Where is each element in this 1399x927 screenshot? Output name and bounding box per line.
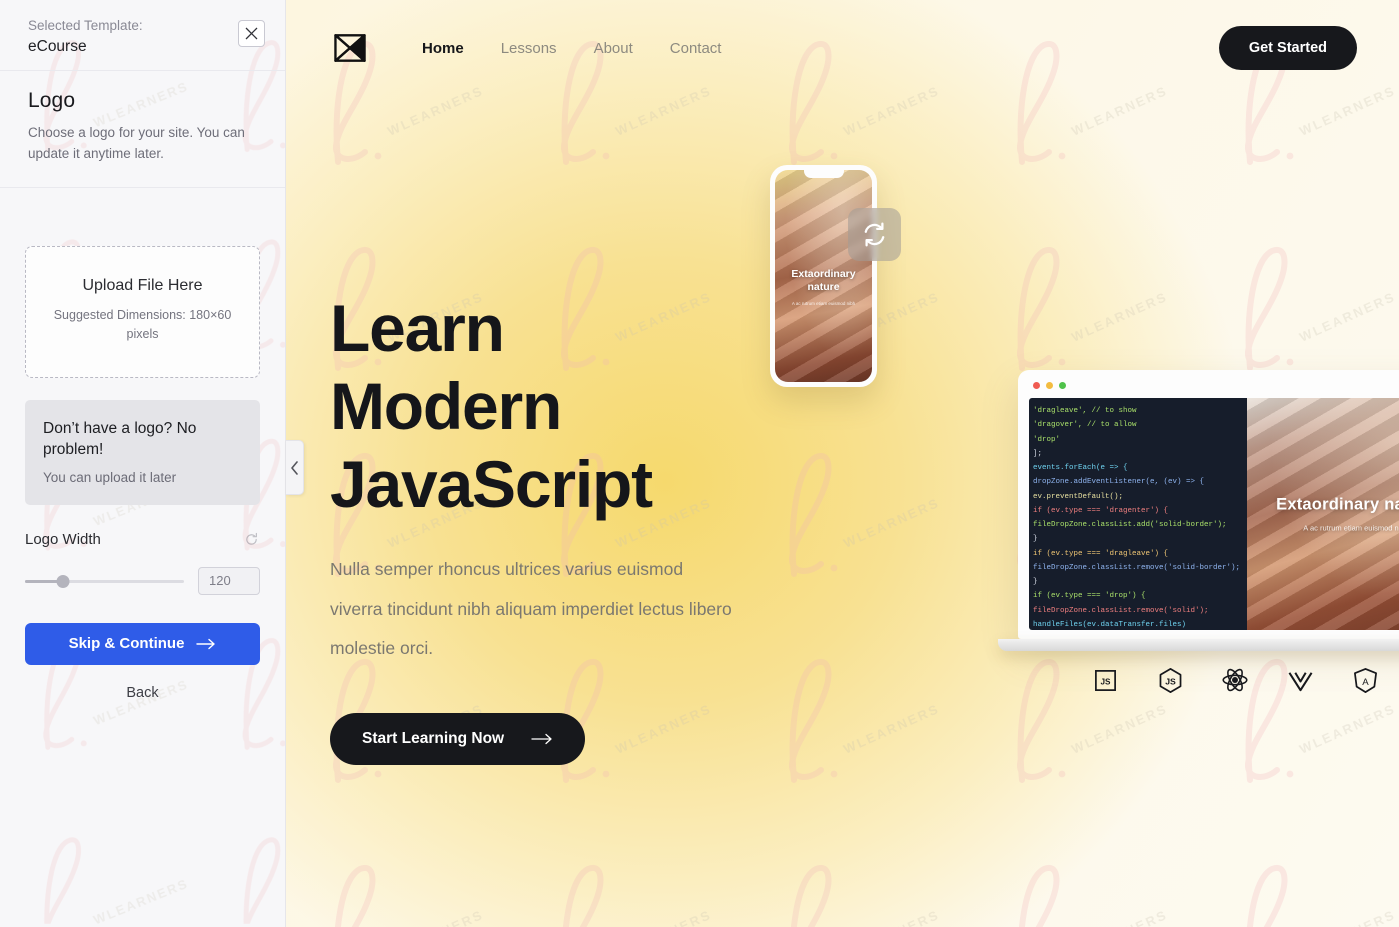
code-line: if (ev.type === 'drop') {	[1033, 592, 1146, 601]
sync-refresh-icon	[864, 222, 885, 247]
nav-links: Home Lessons About Contact	[422, 40, 758, 57]
slider-thumb[interactable]	[56, 574, 70, 588]
code-line: ev.preventDefault();	[1033, 492, 1124, 501]
skip-button-label: Skip & Continue	[68, 635, 185, 653]
code-line: fileDropZone.classList.remove('solid-bor…	[1033, 563, 1241, 572]
phone-notch	[803, 170, 844, 178]
laptop-screen: 'dragleave', // to show 'dragover', // t…	[1029, 398, 1399, 630]
logo-width-control-row: 120	[25, 566, 260, 595]
selected-template-label: Selected Template:	[28, 18, 143, 33]
code-lines: 'dragleave', // to show 'dragover', // t…	[1033, 404, 1247, 630]
left-config-sidebar: WLEARNERS Selected Template: eCourse Log…	[0, 0, 286, 927]
caption-title: Extaordinary nature	[1276, 495, 1399, 514]
selected-template-header: Selected Template: eCourse	[0, 0, 285, 72]
angular-icon: A	[1350, 665, 1380, 695]
arrow-right-icon	[531, 734, 552, 745]
code-line: }	[1033, 578, 1038, 586]
chevron-left-icon	[291, 460, 298, 475]
reset-icon[interactable]	[242, 531, 260, 549]
code-line: }	[1033, 535, 1038, 544]
site-navbar: Home Lessons About Contact Get Started	[286, 0, 1399, 70]
note-subtitle: You can upload it later	[43, 469, 177, 485]
no-logo-note: Don’t have a logo? No problem! You can u…	[25, 399, 260, 505]
skip-and-continue-button[interactable]: Skip & Continue	[25, 622, 260, 665]
javascript-icon: JS	[1090, 665, 1120, 695]
section-description: Choose a logo for your site. You can upd…	[28, 125, 245, 162]
code-line: fileDropZone.classList.remove('solid');	[1033, 606, 1209, 615]
window-traffic-lights	[1029, 382, 1399, 398]
section-title: Logo	[28, 89, 76, 113]
nav-link-lessons[interactable]: Lessons	[501, 40, 594, 57]
phone-screen: Extaordinary nature A ac rutrum etiam eu…	[775, 170, 872, 382]
back-link[interactable]: Back	[25, 685, 260, 701]
code-line: 'dragover', // to allow	[1033, 421, 1137, 430]
nodejs-icon: JS	[1155, 665, 1185, 695]
start-learning-now-button[interactable]: Start Learning Now	[330, 713, 586, 766]
code-line: handleFiles(ev.dataTransfer.files)	[1033, 620, 1187, 629]
laptop-base	[998, 639, 1399, 651]
caption-subtitle: A ac rutrum etiam euismod nibh	[1303, 523, 1399, 533]
svg-text:JS: JS	[1100, 677, 1111, 686]
phone-mockup: Extaordinary nature A ac rutrum etiam eu…	[770, 165, 877, 387]
hero-title-line-2: Modern	[330, 368, 562, 443]
close-icon	[245, 27, 258, 40]
hero-title: Learn Modern JavaScript	[330, 290, 760, 524]
code-line: if (ev.type === 'dragenter') {	[1033, 506, 1169, 515]
dropzone-subtitle: Suggested Dimensions: 180×60 pixels	[53, 308, 232, 342]
close-button[interactable]	[238, 20, 265, 47]
dropzone-title: Upload File Here	[82, 277, 203, 295]
responsive-sync-badge[interactable]	[848, 208, 901, 261]
window-dot-red	[1033, 382, 1040, 389]
hero-subtitle: Nulla semper rhoncus ultrices varius eui…	[330, 558, 732, 659]
code-line: ];	[1033, 449, 1043, 458]
caption-subtitle: A ac rutrum etiam euismod nibh	[791, 300, 856, 306]
vue-icon	[1285, 665, 1315, 695]
code-line: fileDropZone.classList.add('solid-border…	[1033, 521, 1227, 529]
hero-text-column: Learn Modern JavaScript Nulla semper rho…	[330, 64, 760, 766]
window-dot-yellow	[1046, 382, 1053, 389]
tech-stack-icons: JS JS A	[1090, 665, 1380, 695]
cta-label: Start Learning Now	[362, 730, 505, 748]
code-line: events.forEach(e => {	[1033, 464, 1128, 472]
note-title: Don’t have a logo? No problem!	[43, 419, 197, 459]
logo-section-header: Logo Choose a logo for your site. You ca…	[0, 71, 285, 189]
window-dot-green	[1059, 382, 1066, 389]
hero-section: Learn Modern JavaScript Nulla semper rho…	[286, 64, 1399, 925]
phone-photo-caption: Extaordinary nature A ac rutrum etiam eu…	[781, 267, 866, 305]
logo-width-input[interactable]: 120	[198, 566, 260, 595]
logo-width-field-row: Logo Width	[25, 531, 260, 549]
selected-template-name: eCourse	[28, 38, 87, 56]
code-line: dropZone.addEventListener(e, (ev) => {	[1033, 478, 1205, 487]
react-icon	[1220, 665, 1250, 695]
bowtie-logo-icon[interactable]	[330, 28, 370, 68]
hero-mockup-column: 'dragleave', // to show 'dragover', // t…	[760, 64, 1399, 925]
nav-link-home[interactable]: Home	[422, 40, 501, 57]
logo-upload-dropzone[interactable]: Upload File Here Suggested Dimensions: 1…	[25, 246, 260, 378]
canyon-photo-panel: Extaordinary nature A ac rutrum etiam eu…	[1247, 398, 1399, 630]
caption-title: Extaordinary nature	[791, 267, 856, 293]
code-line: if (ev.type === 'dragleave') {	[1033, 549, 1169, 558]
code-line: 'dragleave', // to show	[1033, 407, 1137, 415]
laptop-photo-caption: Extaordinary nature A ac rutrum etiam eu…	[1247, 496, 1399, 533]
hero-title-line-1: Learn	[330, 291, 505, 365]
hero-title-line-3: JavaScript	[330, 446, 653, 521]
nav-link-contact[interactable]: Contact	[670, 40, 759, 57]
arrow-right-icon	[196, 638, 216, 649]
nav-link-about[interactable]: About	[594, 40, 670, 57]
logo-width-slider[interactable]	[25, 573, 184, 589]
laptop-body: 'dragleave', // to show 'dragover', // t…	[1018, 370, 1399, 639]
svg-text:JS: JS	[1165, 676, 1176, 686]
svg-text:A: A	[1362, 676, 1369, 687]
logo-width-label: Logo Width	[25, 531, 101, 549]
laptop-mockup: 'dragleave', // to show 'dragover', // t…	[998, 370, 1399, 651]
code-line: 'drop'	[1033, 435, 1061, 444]
template-builder-app: WLEARNERS Selected Template: eCourse Log…	[0, 0, 1399, 927]
site-preview-canvas: WLEARNERS Home Lessons About Contact	[286, 0, 1399, 927]
code-editor-panel: 'dragleave', // to show 'dragover', // t…	[1029, 398, 1247, 630]
sidebar-collapse-handle[interactable]	[286, 440, 304, 495]
